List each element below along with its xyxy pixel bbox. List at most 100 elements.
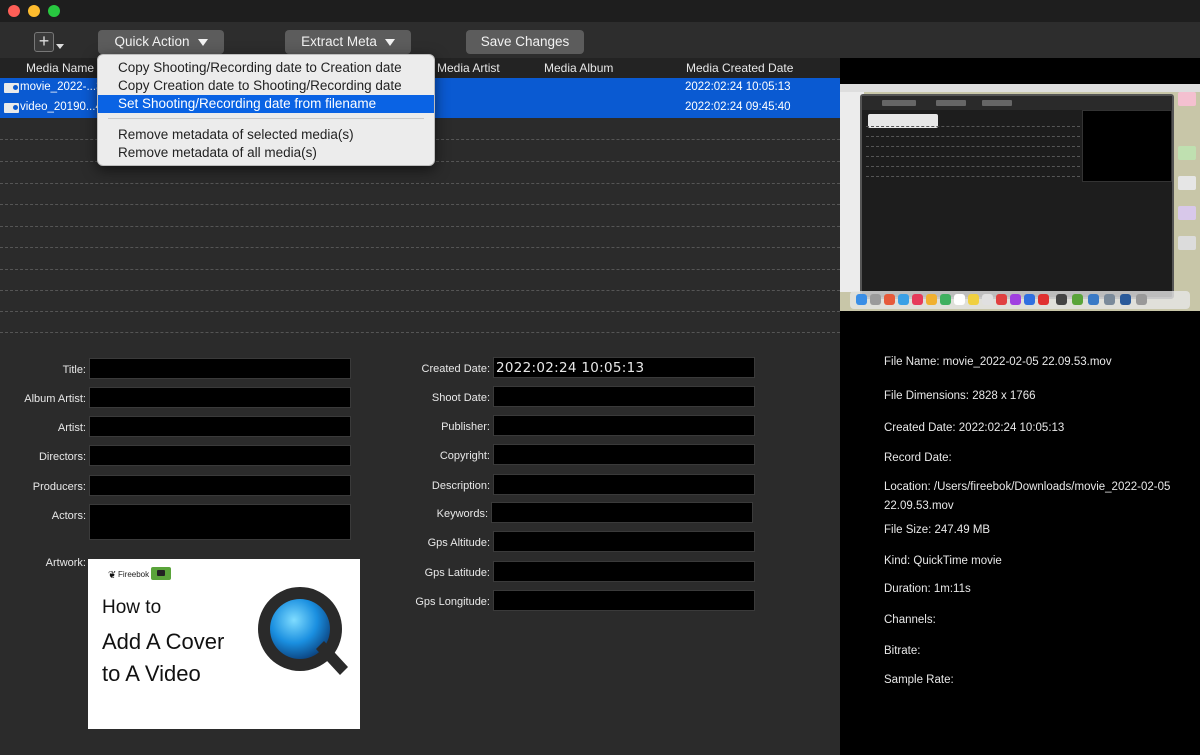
preview-table-row <box>866 166 1080 167</box>
album-artist-field[interactable] <box>89 387 351 408</box>
shoot-date-field[interactable] <box>493 386 755 407</box>
empty-table-row <box>0 207 840 227</box>
close-window-button[interactable] <box>8 5 20 17</box>
menu-item-copy-shooting-to-creation[interactable]: Copy Shooting/Recording date to Creation… <box>98 59 434 77</box>
chevron-down-icon <box>197 39 208 46</box>
title-label: Title: <box>62 364 86 376</box>
dock-icon <box>954 294 965 305</box>
preview-thumbnail <box>840 84 1200 311</box>
gps-longitude-field[interactable] <box>493 590 755 611</box>
media-created-date-cell: 2022:02:24 09:45:40 <box>685 101 791 113</box>
actors-field[interactable] <box>89 504 351 540</box>
media-created-date-cell: 2022:02:24 10:05:13 <box>685 81 791 93</box>
gps-latitude-field[interactable] <box>493 561 755 582</box>
preview-table-row <box>866 156 1080 157</box>
preview-table-row <box>866 136 1080 137</box>
fireebok-logo-icon: ❦ <box>108 570 117 581</box>
publisher-field[interactable] <box>493 415 755 436</box>
dock-icon <box>982 294 993 305</box>
info-file-size: File Size: 247.49 MB <box>884 524 991 536</box>
info-kind: Kind: QuickTime movie <box>884 555 1002 567</box>
preview-desktop-icon <box>1178 92 1196 106</box>
preview-toolbar-button <box>882 100 916 106</box>
keywords-label: Keywords: <box>436 508 488 520</box>
artist-field[interactable] <box>89 416 351 437</box>
menu-separator <box>108 118 424 119</box>
info-file-name: File Name: movie_2022-02-05 22.09.53.mov <box>884 356 1112 368</box>
info-location: Location: /Users/fireebok/Downloads/movi… <box>884 481 1171 493</box>
dock-icon <box>940 294 951 305</box>
created-date-label: Created Date: <box>421 363 490 375</box>
column-header-media-album[interactable]: Media Album <box>544 61 613 75</box>
media-preview[interactable] <box>840 58 1200 334</box>
minimize-window-button[interactable] <box>28 5 40 17</box>
artwork-image[interactable]: ❦ Fireebok How to Add A Cover to A Video <box>88 559 360 729</box>
menu-item-remove-all-metadata[interactable]: Remove metadata of all media(s) <box>98 144 434 162</box>
keywords-field[interactable] <box>491 502 753 523</box>
artwork-line-3: to A Video <box>102 661 201 686</box>
artwork-brand: Fireebok <box>118 570 150 579</box>
created-date-field[interactable]: 2022:02:24 10:05:13 <box>493 357 755 378</box>
dock-icon <box>856 294 867 305</box>
column-header-media-artist[interactable]: Media Artist <box>437 61 500 75</box>
save-changes-button[interactable]: Save Changes <box>466 30 584 54</box>
video-file-icon <box>4 103 19 113</box>
preview-menu-bar <box>840 84 1200 92</box>
add-media-button[interactable]: + <box>34 32 54 52</box>
empty-table-row <box>0 292 840 312</box>
dock-icon <box>884 294 895 305</box>
empty-table-row <box>0 250 840 270</box>
preview-desktop-icon <box>1178 206 1196 220</box>
artist-label: Artist: <box>57 422 86 434</box>
info-location-continued: 22.09.53.mov <box>884 500 954 512</box>
empty-table-row <box>0 228 840 248</box>
actors-label: Actors: <box>51 510 86 522</box>
title-bar <box>0 0 1200 22</box>
dock-icon <box>968 294 979 305</box>
gps-altitude-field[interactable] <box>493 531 755 552</box>
dock-icon <box>1072 294 1083 305</box>
artwork-line-1: How to <box>102 597 162 618</box>
copyright-field[interactable] <box>493 444 755 465</box>
dock-icon <box>898 294 909 305</box>
zoom-window-button[interactable] <box>48 5 60 17</box>
video-file-icon <box>4 83 19 93</box>
media-name-cell: movie_2022-...3 <box>20 81 103 93</box>
menu-item-copy-creation-to-shooting[interactable]: Copy Creation date to Shooting/Recording… <box>98 77 434 95</box>
toolbar: + Quick Action Extract Meta Save Changes <box>0 22 1200 58</box>
directors-label: Directors: <box>38 451 86 463</box>
empty-table-row <box>0 185 840 205</box>
gps-latitude-label: Gps Latitude: <box>424 567 490 579</box>
media-name-cell: video_20190...4 <box>20 101 102 113</box>
quick-action-button[interactable]: Quick Action <box>98 30 224 54</box>
directors-field[interactable] <box>89 445 351 466</box>
menu-item-set-shooting-from-filename[interactable]: Set Shooting/Recording date from filenam… <box>98 95 434 113</box>
column-header-media-name[interactable]: Media Name <box>26 61 94 75</box>
quick-action-label: Quick Action <box>114 34 190 49</box>
created-date-value: 2022:02:24 10:05:13 <box>496 360 645 376</box>
publisher-label: Publisher: <box>441 421 490 433</box>
add-menu-caret-icon[interactable] <box>56 44 64 49</box>
file-info-panel: File Name: movie_2022-02-05 22.09.53.mov… <box>840 334 1200 755</box>
column-header-media-created-date[interactable]: Media Created Date <box>686 61 793 75</box>
info-sample-rate: Sample Rate: <box>884 674 954 686</box>
gps-longitude-label: Gps Longitude: <box>415 596 490 608</box>
menu-item-remove-selected-metadata[interactable]: Remove metadata of selected media(s) <box>98 126 434 144</box>
video-badge-icon <box>151 567 171 580</box>
artwork-line-2: Add A Cover <box>102 629 225 654</box>
producers-label: Producers: <box>32 481 86 493</box>
extract-meta-button[interactable]: Extract Meta <box>285 30 411 54</box>
album-artist-label: Album Artist: <box>24 393 86 405</box>
gps-altitude-label: Gps Altitude: <box>427 537 490 549</box>
preview-table-row <box>866 126 1080 127</box>
preview-video-player <box>1082 110 1172 182</box>
producers-field[interactable] <box>89 475 351 496</box>
chevron-down-icon <box>384 39 395 46</box>
info-channels: Channels: <box>884 614 936 626</box>
title-field[interactable] <box>89 358 351 379</box>
preview-desktop-icon <box>1178 146 1196 160</box>
extract-meta-label: Extract Meta <box>301 34 377 49</box>
description-field[interactable] <box>493 474 755 495</box>
dock-icon <box>1120 294 1131 305</box>
empty-table-row <box>0 313 840 333</box>
